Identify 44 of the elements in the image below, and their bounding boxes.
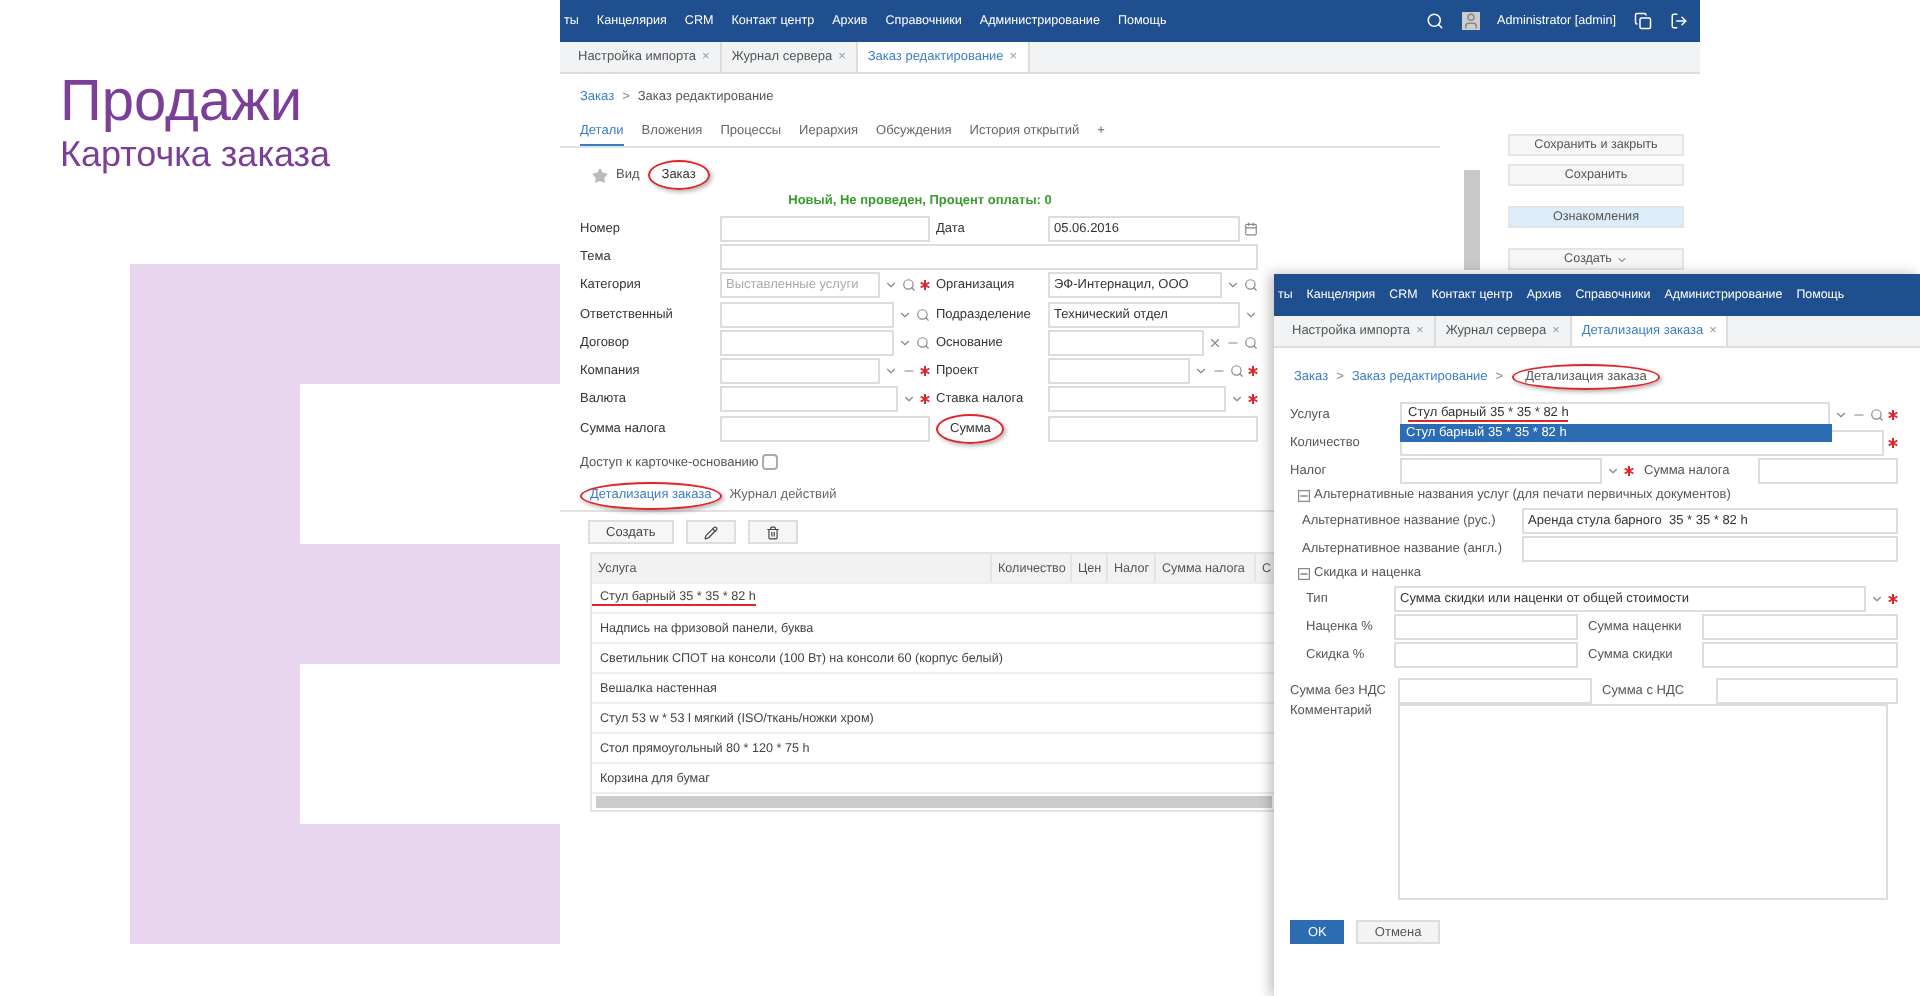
close-icon[interactable] — [1208, 335, 1222, 350]
collapse-icon[interactable] — [1298, 567, 1310, 579]
input-field[interactable] — [1716, 677, 1898, 703]
input-field[interactable] — [720, 358, 880, 385]
comment-field[interactable] — [1398, 704, 1888, 900]
trash-icon — [765, 525, 780, 540]
user-avatar-icon[interactable] — [1461, 12, 1479, 30]
logout-icon[interactable] — [1670, 12, 1688, 30]
collapse-icon[interactable] — [1298, 489, 1310, 501]
slide-title: Продажи — [60, 72, 303, 136]
input-field[interactable] — [1702, 613, 1898, 639]
input-field[interactable] — [1048, 329, 1204, 356]
input-field[interactable] — [1048, 386, 1226, 413]
star-icon[interactable] — [592, 167, 608, 183]
input-field[interactable] — [720, 243, 1258, 270]
input-field[interactable] — [1702, 641, 1898, 667]
delete-button[interactable] — [747, 520, 798, 545]
input-field[interactable] — [1522, 535, 1898, 561]
scrollbar[interactable] — [596, 796, 1272, 809]
input-field[interactable] — [1758, 457, 1898, 483]
input-field[interactable] — [1048, 415, 1258, 442]
input-field[interactable] — [1048, 358, 1190, 385]
input-field[interactable] — [1394, 613, 1578, 639]
caret-icon — [1615, 253, 1628, 265]
input-field[interactable] — [720, 329, 894, 356]
slide-subtitle: Карточка заказа — [60, 135, 331, 176]
window-icon[interactable] — [1634, 12, 1652, 30]
chevron-down-icon[interactable] — [1230, 392, 1244, 407]
chevron-down-icon[interactable] — [1606, 463, 1620, 477]
pencil-icon — [703, 525, 718, 540]
input-field[interactable] — [1400, 457, 1602, 483]
chevron-down-icon[interactable] — [1870, 591, 1884, 605]
scrollbar[interactable] — [1464, 170, 1480, 270]
chevron-down-icon[interactable] — [1834, 407, 1848, 421]
input-field[interactable] — [1398, 677, 1592, 703]
chevron-down-icon[interactable] — [1194, 364, 1208, 379]
calendar-icon[interactable] — [1244, 221, 1258, 236]
input-field[interactable] — [720, 415, 930, 442]
input-field[interactable] — [720, 386, 898, 413]
input-field[interactable] — [1394, 641, 1578, 667]
input-field[interactable] — [720, 301, 894, 328]
input-field[interactable] — [720, 215, 930, 242]
checkbox[interactable] — [762, 454, 779, 471]
edit-button[interactable] — [685, 520, 736, 545]
